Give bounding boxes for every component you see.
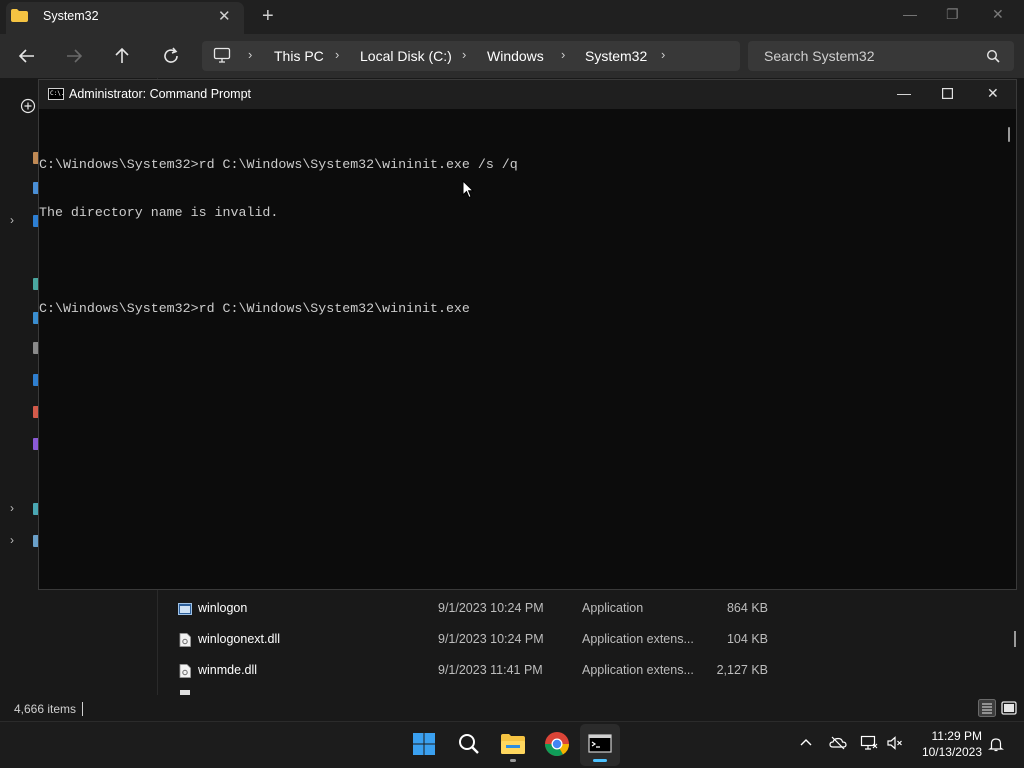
cmd-scrollbar-thumb[interactable] xyxy=(1008,127,1010,142)
file-size: 864 KB xyxy=(726,601,768,615)
running-indicator xyxy=(510,759,516,762)
file-type: Application xyxy=(582,601,644,615)
table-row[interactable]: winmde.dll 9/1/2023 11:41 PM Application… xyxy=(178,661,778,683)
onedrive-offline-icon[interactable] xyxy=(829,735,847,751)
breadcrumb-chevron-icon[interactable]: › xyxy=(561,47,565,62)
file-date: 9/1/2023 10:24 PM xyxy=(438,632,544,646)
file-list-scrollbar[interactable] xyxy=(1014,631,1016,647)
file-date: 9/1/2023 10:24 PM xyxy=(438,601,544,615)
volume-muted-icon[interactable] xyxy=(886,735,904,751)
expand-chevron-icon[interactable]: › xyxy=(10,533,14,547)
back-arrow-icon[interactable] xyxy=(15,44,39,68)
file-date: 9/1/2023 11:41 PM xyxy=(438,663,543,677)
file-name: winmde.dll xyxy=(198,663,258,677)
mouse-cursor-icon xyxy=(462,180,474,199)
cmd-window-title: Administrator: Command Prompt xyxy=(69,87,252,101)
console-line: The directory name is invalid. xyxy=(39,205,279,220)
network-icon[interactable] xyxy=(860,735,878,751)
forward-arrow-icon[interactable] xyxy=(62,44,86,68)
tab-close-icon[interactable]: ✕ xyxy=(218,7,231,25)
breadcrumb-local-disk[interactable]: Local Disk (C:) xyxy=(360,48,452,64)
breadcrumb-chevron-icon: › xyxy=(248,47,253,62)
new-tab-icon[interactable]: + xyxy=(262,5,274,27)
file-size: 104 KB xyxy=(726,632,768,646)
breadcrumb-chevron-icon[interactable]: › xyxy=(462,47,466,62)
this-pc-icon xyxy=(213,47,231,63)
active-indicator xyxy=(593,759,607,762)
breadcrumb-windows[interactable]: Windows xyxy=(487,48,544,64)
file-explorer-icon[interactable] xyxy=(496,727,530,761)
table-row[interactable]: winlogon 9/1/2023 10:24 PM Application 8… xyxy=(178,599,778,621)
breadcrumb-chevron-icon[interactable]: › xyxy=(335,47,339,62)
search-icon[interactable] xyxy=(452,727,486,761)
clock-date[interactable]: 10/13/2023 xyxy=(914,745,982,759)
folder-icon xyxy=(11,9,28,22)
breadcrumb-system32[interactable]: System32 xyxy=(585,48,647,64)
breadcrumb-this-pc[interactable]: This PC xyxy=(274,48,324,64)
application-icon xyxy=(178,603,192,615)
status-separator xyxy=(82,702,83,716)
dll-file-icon xyxy=(179,664,191,678)
chrome-icon[interactable] xyxy=(540,727,574,761)
tab-title: System32 xyxy=(43,9,99,23)
cmd-scrollbar[interactable] xyxy=(1005,109,1016,589)
chevron-up-icon[interactable] xyxy=(798,735,814,751)
explorer-close-icon[interactable]: ✕ xyxy=(992,6,1004,23)
dll-file-icon xyxy=(179,633,191,647)
expand-chevron-icon[interactable]: › xyxy=(10,501,14,515)
file-name: winlogonext.dll xyxy=(198,632,280,646)
cmd-maximize-icon[interactable] xyxy=(942,88,953,99)
notification-bell-icon[interactable] xyxy=(988,736,1004,752)
explorer-minimize-icon[interactable]: — xyxy=(903,6,917,22)
table-row[interactable]: winlogonext.dll 9/1/2023 10:24 PM Applic… xyxy=(178,630,778,652)
file-size: 2,127 KB xyxy=(716,663,768,677)
clock-time[interactable]: 11:29 PM xyxy=(920,729,982,743)
start-icon[interactable] xyxy=(407,727,441,761)
console-line: C:\Windows\System32>rd C:\Windows\System… xyxy=(39,157,518,172)
command-prompt-icon: C:\. xyxy=(48,88,64,100)
explorer-restore-icon[interactable]: ❐ xyxy=(946,6,959,23)
cmd-close-icon[interactable]: ✕ xyxy=(987,85,999,102)
search-icon[interactable] xyxy=(986,49,1000,63)
new-item-icon[interactable] xyxy=(20,98,36,114)
cmd-minimize-icon[interactable]: — xyxy=(897,85,911,101)
explorer-tab[interactable] xyxy=(6,2,244,34)
command-prompt-window[interactable]: C:\. Administrator: Command Prompt — ✕ C… xyxy=(38,79,1017,590)
file-type: Application extens... xyxy=(582,663,694,677)
item-count: 4,666 items xyxy=(14,702,77,716)
file-name: winlogon xyxy=(198,601,248,615)
up-arrow-icon[interactable] xyxy=(110,44,134,68)
search-placeholder: Search System32 xyxy=(764,48,875,64)
breadcrumb-chevron-icon[interactable]: › xyxy=(661,47,665,62)
status-bar xyxy=(0,695,1024,721)
details-view-icon[interactable] xyxy=(978,699,996,717)
console-output[interactable]: C:\Windows\System32>rd C:\Windows\System… xyxy=(39,125,1004,349)
tiles-view-icon[interactable] xyxy=(1000,699,1018,717)
refresh-icon[interactable] xyxy=(159,44,183,68)
file-type: Application extens... xyxy=(582,632,694,646)
expand-chevron-icon[interactable]: › xyxy=(10,213,14,227)
terminal-icon[interactable] xyxy=(583,727,617,761)
console-line: C:\Windows\System32>rd C:\Windows\System… xyxy=(39,301,470,316)
